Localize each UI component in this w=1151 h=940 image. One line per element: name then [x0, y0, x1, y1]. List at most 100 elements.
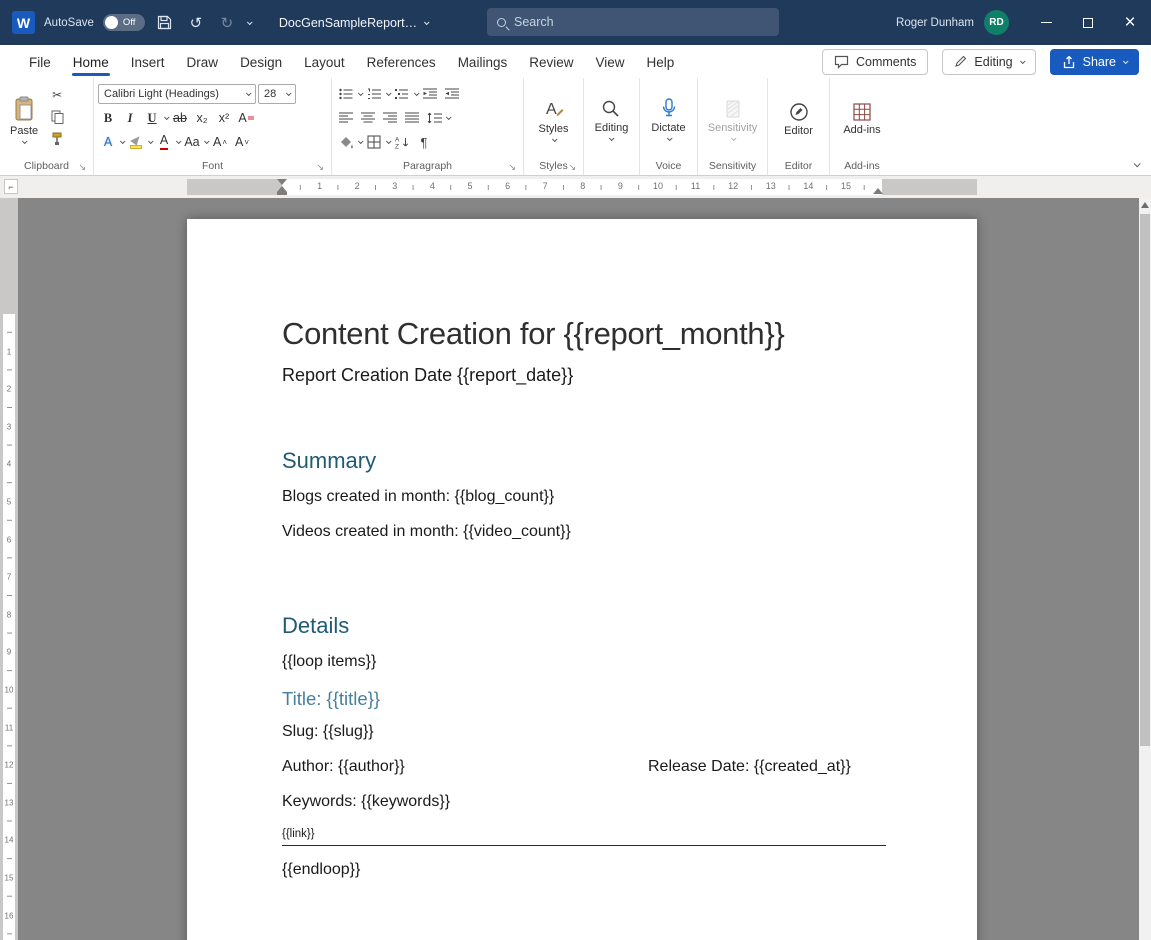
chevron-down-icon[interactable]: [148, 138, 154, 144]
doc-link-line[interactable]: {{link}}: [282, 828, 886, 846]
chevron-down-icon[interactable]: [414, 90, 420, 96]
tab-view[interactable]: View: [584, 48, 635, 76]
borders-button[interactable]: [364, 133, 384, 152]
maximize-button[interactable]: [1067, 0, 1109, 45]
paste-button[interactable]: Paste: [4, 82, 44, 157]
doc-author-row[interactable]: Author: {{author}} Release Date: {{creat…: [282, 758, 882, 776]
tab-help[interactable]: Help: [636, 48, 686, 76]
decrease-indent-button[interactable]: [420, 85, 440, 104]
numbering-button[interactable]: [364, 85, 384, 104]
clear-formatting-button[interactable]: A: [236, 109, 256, 128]
search-input[interactable]: Search: [487, 8, 779, 36]
cut-button[interactable]: ✂: [46, 86, 68, 104]
first-line-indent-marker[interactable]: [277, 179, 287, 185]
chevron-down-icon[interactable]: [358, 90, 364, 96]
strikethrough-button[interactable]: ab: [170, 109, 190, 128]
chevron-down-icon[interactable]: [176, 138, 182, 144]
font-color-button[interactable]: A: [154, 133, 174, 152]
format-painter-button[interactable]: [46, 130, 68, 148]
doc-blogs-line[interactable]: Blogs created in month: {{blog_count}}: [282, 488, 882, 506]
scrollbar-thumb[interactable]: [1140, 214, 1150, 746]
doc-keywords-line[interactable]: Keywords: {{keywords}}: [282, 793, 882, 811]
tab-home[interactable]: Home: [62, 48, 120, 76]
share-button[interactable]: Share: [1050, 49, 1139, 75]
text-effects-button[interactable]: A: [98, 133, 118, 152]
tab-references[interactable]: References: [356, 48, 447, 76]
justify-button[interactable]: [402, 109, 422, 128]
shading-button[interactable]: [336, 133, 356, 152]
editing-mode-button[interactable]: Editing: [942, 49, 1035, 75]
chevron-down-icon[interactable]: [164, 114, 170, 120]
chevron-down-icon[interactable]: [120, 138, 126, 144]
doc-slug-line[interactable]: Slug: {{slug}}: [282, 723, 882, 741]
font-name-combobox[interactable]: Calibri Light (Headings): [98, 84, 256, 104]
tab-draw[interactable]: Draw: [176, 48, 230, 76]
show-hide-marks-button[interactable]: ¶: [414, 133, 434, 152]
vertical-scrollbar[interactable]: [1139, 198, 1151, 940]
doc-details-heading[interactable]: Details: [282, 613, 882, 639]
undo-icon[interactable]: ↺: [185, 12, 207, 34]
doc-release-line[interactable]: Release Date: {{created_at}}: [648, 758, 851, 776]
styles-button[interactable]: A Styles: [533, 82, 575, 157]
tab-design[interactable]: Design: [229, 48, 293, 76]
dialog-launcher-icon[interactable]: ↘: [568, 163, 576, 172]
editor-button[interactable]: Editor: [778, 82, 819, 157]
tab-file[interactable]: File: [18, 48, 62, 76]
change-case-button[interactable]: Aa: [182, 133, 202, 152]
word-app-icon[interactable]: W: [12, 11, 35, 34]
comments-button[interactable]: Comments: [822, 49, 928, 75]
sort-button[interactable]: AZ: [392, 133, 412, 152]
avatar[interactable]: RD: [984, 10, 1009, 35]
horizontal-ruler[interactable]: 123456789101112131415: [187, 179, 977, 195]
scroll-up-icon[interactable]: [1141, 202, 1149, 208]
dialog-launcher-icon[interactable]: ↘: [508, 163, 516, 172]
multilevel-list-button[interactable]: [392, 85, 412, 104]
align-center-button[interactable]: [358, 109, 378, 128]
shrink-font-button[interactable]: A˅: [232, 133, 252, 152]
vertical-ruler[interactable]: 12345678910111213141516: [0, 198, 18, 940]
align-right-button[interactable]: [380, 109, 400, 128]
document-content[interactable]: Content Creation for {{report_month}} Re…: [187, 219, 977, 879]
underline-button[interactable]: U: [142, 109, 162, 128]
right-indent-marker[interactable]: [873, 188, 883, 194]
chevron-down-icon[interactable]: [358, 138, 364, 144]
close-button[interactable]: ×: [1109, 0, 1151, 45]
minimize-button[interactable]: [1025, 0, 1067, 45]
doc-author-line[interactable]: Author: {{author}}: [282, 758, 405, 775]
addins-button[interactable]: Add-ins: [837, 82, 886, 157]
align-left-button[interactable]: [336, 109, 356, 128]
chevron-down-icon[interactable]: [204, 138, 210, 144]
document-title-menu[interactable]: DocGenSampleReport…: [279, 16, 428, 30]
tab-insert[interactable]: Insert: [120, 48, 176, 76]
chevron-down-icon[interactable]: [446, 114, 452, 120]
redo-icon[interactable]: ↻: [216, 12, 238, 34]
document-page[interactable]: Content Creation for {{report_month}} Re…: [187, 219, 977, 940]
superscript-button[interactable]: x²: [214, 109, 234, 128]
editing-button[interactable]: Editing: [589, 82, 635, 157]
dialog-launcher-icon[interactable]: ↘: [78, 163, 86, 172]
grow-font-button[interactable]: A˄: [210, 133, 230, 152]
doc-videos-line[interactable]: Videos created in month: {{video_count}}: [282, 523, 882, 541]
left-indent-marker[interactable]: [277, 192, 287, 195]
tab-layout[interactable]: Layout: [293, 48, 356, 76]
doc-heading-title[interactable]: Content Creation for {{report_month}}: [282, 316, 882, 352]
line-spacing-button[interactable]: [424, 109, 444, 128]
chevron-down-icon[interactable]: [386, 90, 392, 96]
doc-date-line[interactable]: Report Creation Date {{report_date}}: [282, 365, 882, 386]
collapse-ribbon-button[interactable]: [1134, 160, 1141, 167]
increase-indent-button[interactable]: [442, 85, 462, 104]
doc-item-title[interactable]: Title: {{title}}: [282, 688, 882, 710]
save-icon[interactable]: [154, 12, 176, 34]
quick-access-chevron-icon[interactable]: [247, 19, 253, 25]
doc-loop-end[interactable]: {{endloop}}: [282, 861, 882, 879]
autosave-toggle[interactable]: Off: [103, 14, 145, 31]
font-size-combobox[interactable]: 28: [258, 84, 296, 104]
doc-loop-start[interactable]: {{loop items}}: [282, 653, 882, 671]
dialog-launcher-icon[interactable]: ↘: [316, 163, 324, 172]
highlight-button[interactable]: [126, 133, 146, 152]
tab-mailings[interactable]: Mailings: [447, 48, 519, 76]
italic-button[interactable]: I: [120, 109, 140, 128]
doc-summary-heading[interactable]: Summary: [282, 448, 882, 474]
subscript-button[interactable]: x₂: [192, 109, 212, 128]
copy-button[interactable]: [46, 108, 68, 126]
